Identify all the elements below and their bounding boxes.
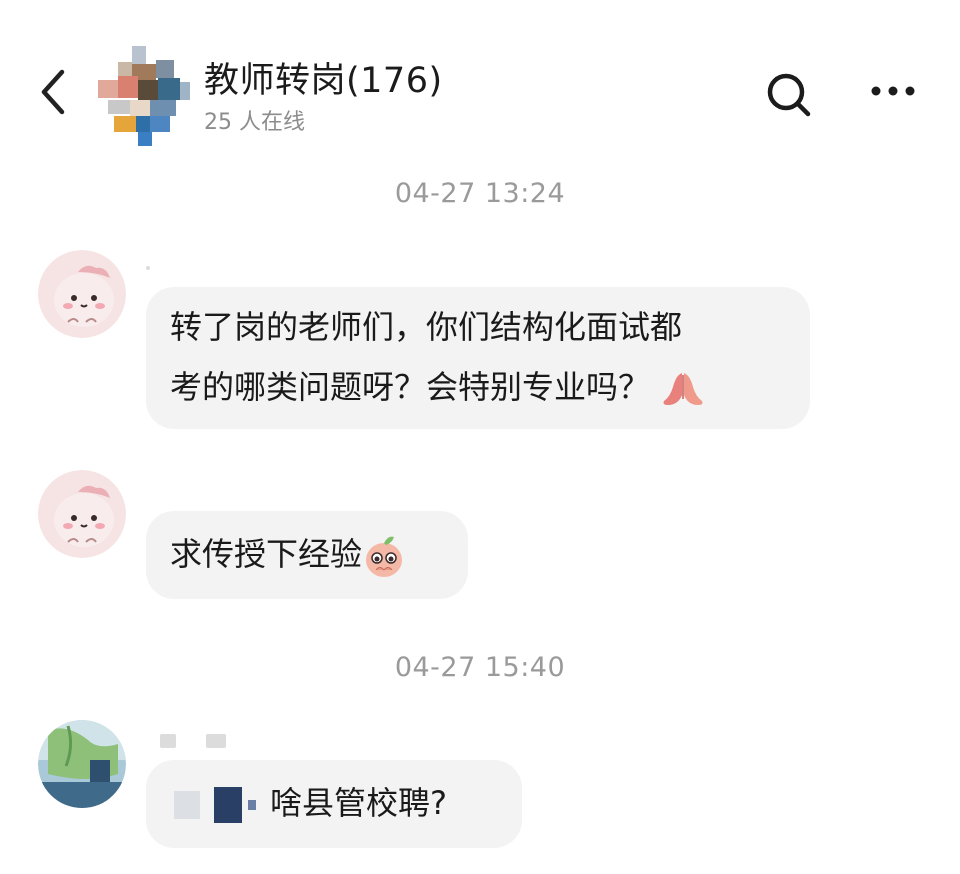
- timestamp: 04-27 13:24: [394, 178, 566, 209]
- message-text: 啥县管校聘?: [270, 784, 447, 822]
- online-count: 25 人在线: [204, 110, 305, 135]
- sender-name-blurred: [160, 734, 176, 748]
- back-chevron-icon[interactable]: [34, 66, 74, 118]
- group-avatar[interactable]: [98, 46, 190, 146]
- user-avatar-pink[interactable]: [38, 470, 126, 558]
- mention-blurred: [174, 791, 200, 819]
- search-icon[interactable]: [764, 70, 814, 120]
- group-title: 教师转岗(176): [204, 61, 443, 101]
- praying-hands-icon: [663, 373, 703, 405]
- pleading-face-sticker-icon: [366, 536, 403, 577]
- more-horizontal-icon[interactable]: [868, 84, 918, 98]
- message-bubble[interactable]: 啥县管校聘?: [146, 760, 522, 848]
- timestamp: 04-27 15:40: [394, 652, 566, 683]
- message-text: 求传授下经验: [170, 535, 363, 573]
- message-line: 转了岗的老师们，你们结构化面试都: [170, 308, 683, 346]
- message-line: 考的哪类问题呀？会特别专业吗？: [170, 368, 651, 406]
- sender-name-blurred: [206, 734, 226, 748]
- message-bubble[interactable]: 求传授下经验: [146, 511, 468, 599]
- sender-name-blurred: [146, 266, 150, 270]
- message-bubble[interactable]: 转了岗的老师们，你们结构化面试都 考的哪类问题呀？会特别专业吗？: [146, 287, 810, 429]
- mention-blurred: [248, 800, 256, 810]
- mention-blurred: [214, 787, 242, 823]
- user-avatar-pink[interactable]: [38, 250, 126, 338]
- user-avatar-nature[interactable]: [38, 720, 126, 808]
